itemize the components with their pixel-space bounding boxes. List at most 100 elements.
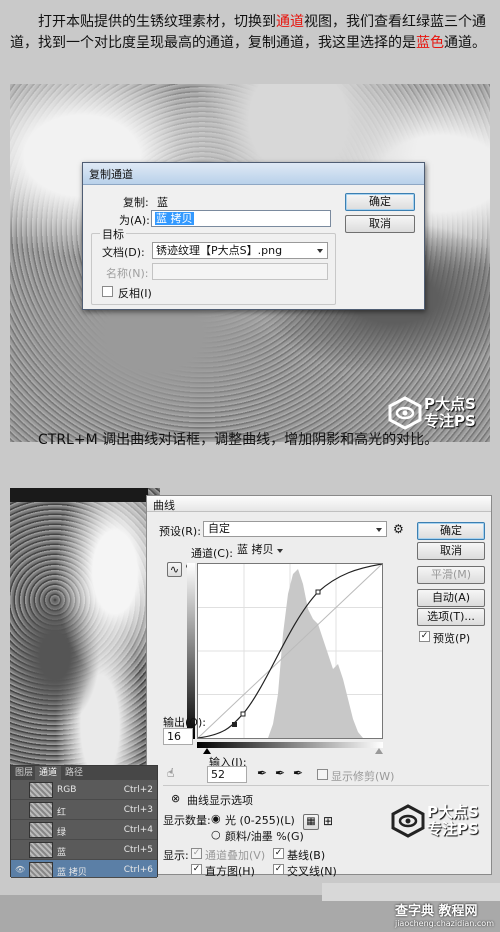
- auto-button[interactable]: 自动(A): [417, 589, 485, 607]
- step2-paragraph: CTRL+M 调出曲线对话框，调整曲线，增加阴影和高光的对比。: [38, 432, 439, 448]
- logo-text: P大点S 专注PS: [427, 804, 479, 838]
- output-input[interactable]: 16: [163, 728, 193, 745]
- black-eyedropper-icon[interactable]: ✒: [257, 766, 267, 780]
- output-value: 16: [167, 730, 181, 743]
- channel-thumbnail: [29, 822, 53, 838]
- intersection-checkbox[interactable]: ✓: [273, 864, 284, 875]
- input-value: 52: [211, 768, 225, 781]
- preset-select[interactable]: 自定: [203, 521, 387, 537]
- show-amount-label: 显示数量:: [163, 814, 211, 827]
- expand-chevron-icon[interactable]: ⊗: [171, 792, 180, 805]
- invert-checkbox[interactable]: [102, 286, 113, 297]
- pigment-label: 颜料/油墨 %(G): [225, 830, 304, 843]
- copy-value: 蓝: [157, 196, 168, 209]
- channel-thumbnail: [29, 842, 53, 858]
- cancel-button[interactable]: 取消: [417, 542, 485, 560]
- grid-10x10-icon[interactable]: ⊞: [323, 814, 333, 828]
- visibility-toggle[interactable]: [15, 845, 25, 855]
- channel-row-red[interactable]: 红 Ctrl+3: [11, 800, 157, 820]
- channel-select[interactable]: 蓝 拷贝: [233, 543, 287, 559]
- ok-button[interactable]: 确定: [345, 193, 415, 211]
- target-adjust-icon[interactable]: ☝: [167, 766, 174, 780]
- bottom-strip: [322, 883, 500, 901]
- tab-channels[interactable]: 通道: [35, 766, 62, 780]
- channel-name: 蓝: [57, 848, 67, 858]
- preset-label: 预设(R):: [159, 525, 201, 538]
- curves-dialog: 曲线 预设(R): 自定 ⚙ 通道(C): 蓝 拷贝 ∿ ✎ 输出(O): 16…: [146, 495, 492, 878]
- curve-graph[interactable]: [197, 563, 383, 739]
- histogram-checkbox[interactable]: ✓: [191, 864, 202, 875]
- invert-label: 反相(I): [118, 287, 152, 300]
- options-button[interactable]: 选项(T)...: [417, 608, 485, 626]
- visibility-toggle[interactable]: [15, 785, 25, 795]
- chevron-down-icon: [317, 249, 323, 253]
- logo-line-2: 专注PS: [427, 820, 479, 838]
- duplicate-channel-dialog: 复制通道 复制: 蓝 为(A): 蓝 拷贝 目标 文档(D): 锈迹纹理【P大点…: [82, 162, 425, 310]
- grid-4x4-icon[interactable]: ▦: [303, 814, 319, 830]
- channel-thumbnail: [29, 802, 53, 818]
- baseline-checkbox[interactable]: ✓: [273, 848, 284, 859]
- copy-label: 复制:: [123, 196, 149, 209]
- input-gradient: [197, 742, 383, 748]
- visibility-toggle[interactable]: [15, 825, 25, 835]
- logo-text: P大点S 专注PS: [424, 396, 476, 430]
- watermark-main: 查字典 教程网: [394, 904, 478, 919]
- channel-name: 绿: [57, 828, 67, 838]
- visibility-toggle[interactable]: [15, 805, 25, 815]
- channel-shortcut: Ctrl+6: [123, 865, 153, 875]
- rust-texture-image-2: [10, 488, 160, 768]
- channels-panel: 图层 通道 路径 RGB Ctrl+2 红 Ctrl+3 绿 Ctrl+4 蓝 Ctrl…: [10, 765, 158, 878]
- tab-paths[interactable]: 路径: [61, 766, 87, 780]
- as-input[interactable]: 蓝 拷贝: [151, 210, 331, 227]
- light-radio[interactable]: ◉: [211, 812, 221, 825]
- document-label: 文档(D):: [102, 246, 145, 259]
- channel-overlays-checkbox[interactable]: ✓: [191, 848, 202, 859]
- smooth-button[interactable]: 平滑(M): [417, 566, 485, 584]
- name-label: 名称(N):: [106, 267, 149, 280]
- channel-name: 蓝 拷贝: [57, 868, 87, 878]
- baseline-label: 基线(B): [287, 849, 326, 862]
- target-label: 目标: [100, 226, 126, 242]
- chevron-down-icon: [376, 528, 382, 532]
- preview-checkbox[interactable]: ✓: [419, 631, 430, 642]
- logo-emblem-icon: [391, 804, 425, 838]
- show-clipping-checkbox[interactable]: [317, 769, 328, 780]
- channel-row-green[interactable]: 绿 Ctrl+4: [11, 820, 157, 840]
- channel-shortcut: Ctrl+3: [123, 805, 153, 815]
- site-watermark: 查字典 教程网 jiaocheng.chazidian.com: [395, 900, 494, 928]
- cancel-button[interactable]: 取消: [345, 215, 415, 233]
- name-input[interactable]: [152, 263, 328, 280]
- channel-label: 通道(C):: [191, 547, 233, 560]
- pigment-radio[interactable]: ○: [211, 828, 221, 841]
- channel-shortcut: Ctrl+4: [123, 825, 153, 835]
- intro-text-3: 通道。: [444, 35, 486, 51]
- document-select-value: 锈迹纹理【P大点S】.png: [156, 244, 283, 257]
- output-gradient: [187, 563, 195, 739]
- ok-button[interactable]: 确定: [417, 522, 485, 540]
- preset-gear-icon[interactable]: ⚙: [393, 522, 404, 536]
- tab-layers[interactable]: 图层: [11, 766, 37, 780]
- curve-graph-svg: [197, 563, 383, 739]
- show-label: 显示:: [163, 849, 189, 862]
- curve-point-tool-icon[interactable]: ∿: [167, 562, 182, 577]
- channel-row-blue-copy[interactable]: 👁 蓝 拷贝 Ctrl+6: [11, 860, 157, 878]
- rust-texture-image: 复制通道 复制: 蓝 为(A): 蓝 拷贝 目标 文档(D): 锈迹纹理【P大点…: [10, 84, 490, 442]
- white-eyedropper-icon[interactable]: ✒: [293, 766, 303, 780]
- white-point-slider[interactable]: [375, 748, 383, 754]
- channel-shortcut: Ctrl+5: [123, 845, 153, 855]
- channel-overlays-label: 通道叠加(V): [205, 849, 266, 862]
- eye-icon[interactable]: 👁: [15, 865, 25, 875]
- editor-top-bar: [10, 488, 148, 502]
- input-input[interactable]: 52: [207, 766, 247, 783]
- channel-name: 红: [57, 808, 67, 818]
- chevron-down-icon: [277, 549, 283, 553]
- gray-eyedropper-icon[interactable]: ✒: [275, 766, 285, 780]
- document-select[interactable]: 锈迹纹理【P大点S】.png: [152, 242, 328, 259]
- channel-shortcut: Ctrl+2: [123, 785, 153, 795]
- as-input-value: 蓝 拷贝: [155, 212, 194, 225]
- histogram-label: 直方图(H): [205, 865, 255, 878]
- bottom-bar: 查字典 教程网 jiaocheng.chazidian.com: [0, 883, 500, 932]
- channel-row-rgb[interactable]: RGB Ctrl+2: [11, 780, 157, 800]
- intersection-label: 交叉线(N): [287, 865, 337, 878]
- channel-row-blue[interactable]: 蓝 Ctrl+5: [11, 840, 157, 860]
